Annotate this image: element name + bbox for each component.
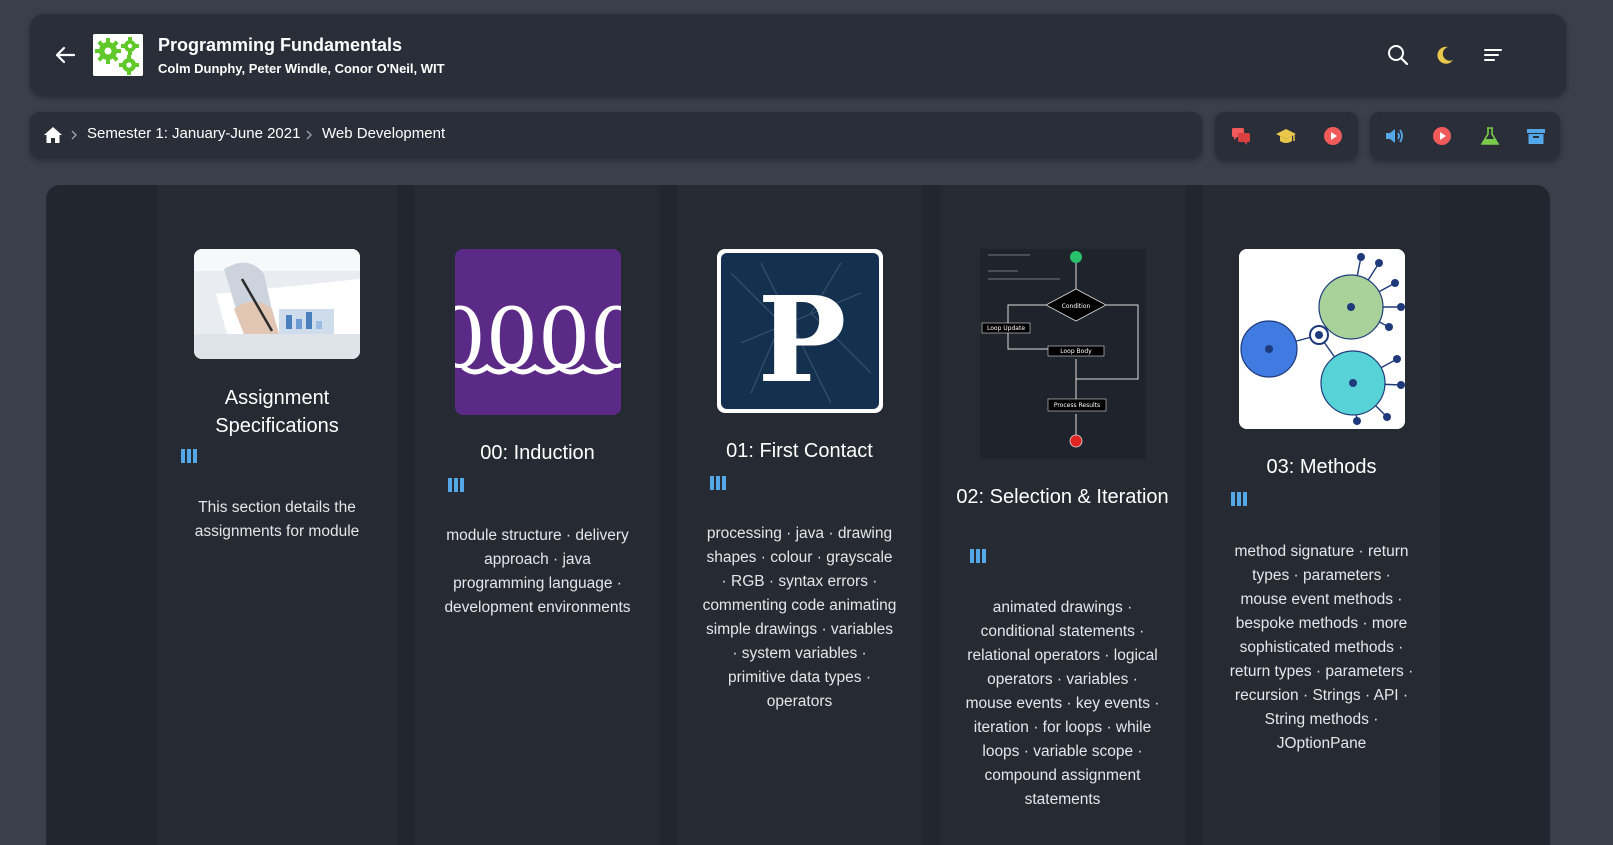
bars-icon: [181, 449, 197, 463]
breadcrumb-item-web-development[interactable]: Web Development: [322, 125, 445, 142]
menu-icon[interactable]: [1480, 42, 1506, 68]
moon-icon[interactable]: [1432, 42, 1458, 68]
card-title: 00: Induction: [480, 442, 595, 464]
toolbar-left: [1215, 112, 1358, 160]
bars-icon: [448, 478, 464, 492]
card-title: 03: Methods: [1266, 456, 1377, 478]
card-title: 01: First Contact: [726, 440, 873, 462]
search-icon[interactable]: [1385, 42, 1411, 68]
card-thumbnail: [194, 249, 360, 359]
home-icon[interactable]: [43, 125, 63, 145]
bars-icon: [710, 476, 726, 490]
card-title: 02: Selection & Iteration: [956, 486, 1169, 508]
play-circle-icon[interactable]: [1322, 125, 1344, 147]
card-description: processing · java · drawing shapes · col…: [702, 525, 897, 710]
svg-text:Condition: Condition: [1061, 303, 1090, 310]
card-description: module structure · delivery approach · j…: [444, 527, 631, 616]
card-thumbnail: P: [716, 249, 883, 413]
card-description: method signature · return types · parame…: [1229, 543, 1414, 752]
svg-text:Process Results: Process Results: [1053, 402, 1099, 409]
play-circle-icon[interactable]: [1431, 125, 1453, 147]
card-thumbnail: 0000: [454, 249, 621, 415]
breadcrumb-item-semester[interactable]: Semester 1: January-June 2021: [87, 125, 300, 142]
graduation-cap-icon[interactable]: [1275, 125, 1297, 147]
card-selection-iteration[interactable]: Condition Loop Update Loop Body Process …: [940, 185, 1185, 845]
breadcrumb: Semester 1: January-June 2021 Web Develo…: [30, 112, 1202, 158]
chevron-right-icon: [306, 130, 312, 140]
card-first-contact[interactable]: P 01: First Contact processing · java · …: [677, 185, 922, 845]
svg-text:Loop Update: Loop Update: [986, 325, 1024, 332]
header-bar: Programming Fundamentals Colm Dunphy, Pe…: [30, 14, 1566, 96]
page-title: Programming Fundamentals: [158, 35, 403, 55]
toolbar-right: [1370, 112, 1560, 160]
bars-icon: [970, 549, 986, 563]
card-thumbnail: Condition Loop Update Loop Body Process …: [979, 249, 1146, 459]
chevron-right-icon: [71, 130, 77, 140]
card-methods[interactable]: 03: Methods method signature · return ty…: [1203, 185, 1440, 845]
page-subtitle: Colm Dunphy, Peter Windle, Conor O'Neil,…: [158, 61, 445, 76]
card-description: animated drawings · conditional statemen…: [965, 599, 1160, 808]
chat-icon[interactable]: [1230, 125, 1252, 147]
archive-icon[interactable]: [1525, 125, 1547, 147]
card-induction[interactable]: 0000 00: Induction module structure · de…: [415, 185, 660, 845]
card-thumbnail: [1238, 249, 1405, 429]
flask-icon[interactable]: [1479, 125, 1501, 147]
card-title: Assignment Specifications: [215, 387, 339, 437]
card-description: This section details the assignments for…: [194, 499, 360, 540]
gears-logo[interactable]: [93, 34, 143, 76]
back-arrow-icon[interactable]: [50, 40, 80, 70]
card-assignment-specifications[interactable]: Assignment Specifications This section d…: [157, 185, 397, 845]
svg-text:Loop Body: Loop Body: [1060, 348, 1092, 355]
volume-icon[interactable]: [1383, 125, 1405, 147]
bars-icon: [1231, 492, 1247, 506]
svg-text:P: P: [757, 270, 846, 409]
